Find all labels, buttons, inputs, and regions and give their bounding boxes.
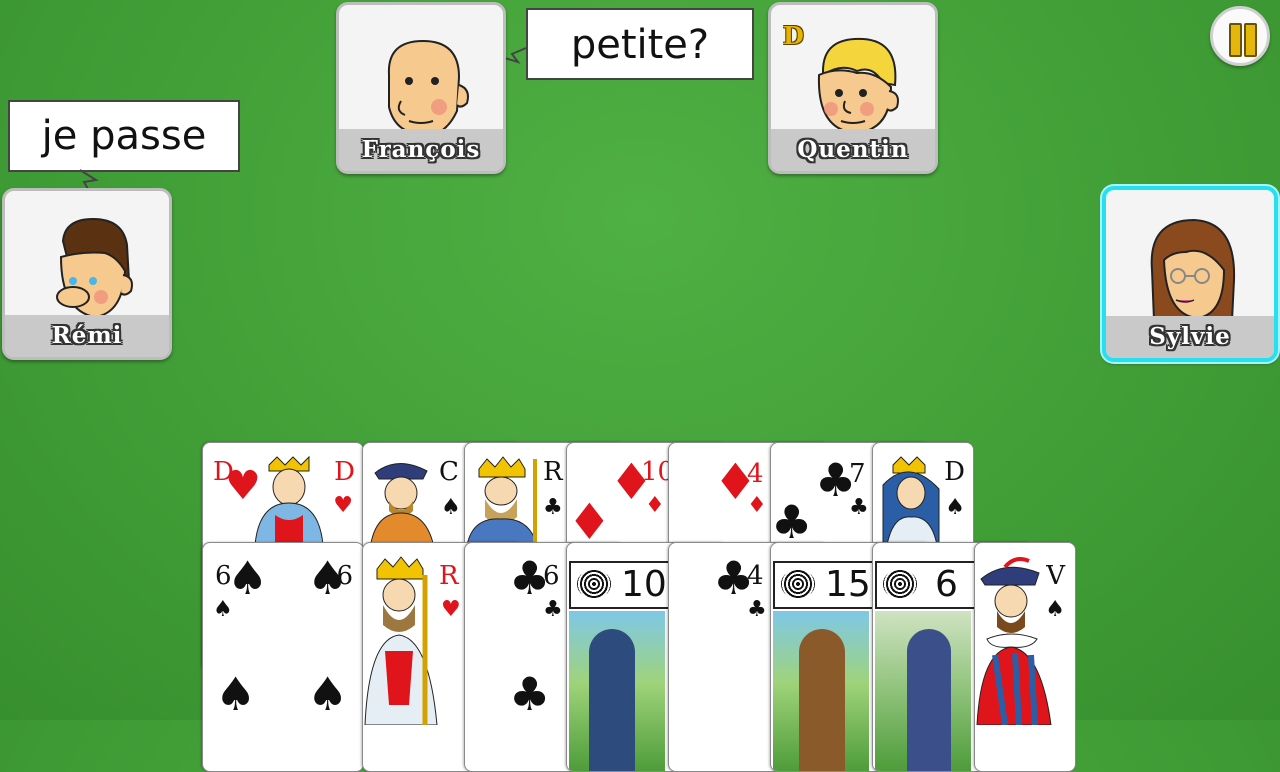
trump-ornament-icon xyxy=(577,569,611,599)
card-suit-clubs-icon: ♣ xyxy=(543,495,563,520)
francois-speech-bubble: petite? xyxy=(526,8,754,80)
card-rank: C xyxy=(439,457,459,487)
trump-scene-image xyxy=(875,611,971,771)
trump-scene-image xyxy=(773,611,869,771)
card-6-of-spades[interactable]: 6 ♠ ♠ ♠ 6 ♠ ♠ xyxy=(202,542,364,772)
remi-face-icon xyxy=(56,217,133,319)
card-rank: 6 xyxy=(935,564,958,605)
card-pip-icon: ♦ xyxy=(713,453,758,511)
queen-figure-icon xyxy=(882,456,940,545)
player-name-remi: Rémi xyxy=(5,315,169,357)
player-francois[interactable]: François xyxy=(336,2,506,174)
remi-speech-text: je passe xyxy=(41,113,207,159)
card-pip-icon: ♠ xyxy=(307,667,349,721)
card-rank: 15 xyxy=(825,564,871,605)
jack-figure-icon xyxy=(976,557,1052,725)
trump-scene-image xyxy=(569,611,665,771)
player-sylvie[interactable]: Sylvie xyxy=(1102,186,1278,362)
card-pip-icon: ♣ xyxy=(713,551,755,605)
card-pip-icon: ♦ xyxy=(567,493,612,551)
player-quentin[interactable]: D Quentin xyxy=(768,2,938,174)
card-pip-icon: ♠ xyxy=(215,667,257,721)
player-name-francois: François xyxy=(339,129,503,171)
card-jack-of-spades[interactable]: V ♠ xyxy=(974,542,1076,772)
card-rank: 6 xyxy=(336,561,353,591)
francois-face-icon xyxy=(387,39,469,135)
card-suit-hearts-icon: ♥ xyxy=(441,597,461,622)
card-pip-icon: ♣ xyxy=(509,551,551,605)
card-pip-icon: ♣ xyxy=(509,667,551,721)
card-rank: 10 xyxy=(621,564,667,605)
card-suit-spades-icon: ♠ xyxy=(441,495,461,520)
remi-speech-bubble: je passe xyxy=(8,100,240,172)
card-pip-icon: ♠ xyxy=(227,551,269,605)
king-figure-icon xyxy=(466,456,538,545)
trump-ornament-icon xyxy=(781,569,815,599)
card-rank: R xyxy=(543,457,563,487)
trump-ornament-icon xyxy=(883,569,917,599)
queen-figure-icon xyxy=(254,455,324,545)
pause-button[interactable] xyxy=(1210,6,1270,66)
player-remi[interactable]: Rémi xyxy=(2,188,172,360)
francois-speech-text: petite? xyxy=(570,22,710,68)
player-name-quentin: Quentin xyxy=(771,129,935,171)
king-figure-icon xyxy=(364,556,438,725)
card-pip-icon: ♦ xyxy=(609,453,654,511)
card-pip-icon: ♣ xyxy=(771,495,813,549)
player-name-sylvie: Sylvie xyxy=(1106,316,1274,358)
quentin-face-icon xyxy=(817,37,899,135)
knight-figure-icon xyxy=(370,463,434,543)
card-rank: R xyxy=(439,561,459,591)
sylvie-face-icon xyxy=(1150,218,1236,320)
card-pip-icon: ♣ xyxy=(815,453,857,507)
